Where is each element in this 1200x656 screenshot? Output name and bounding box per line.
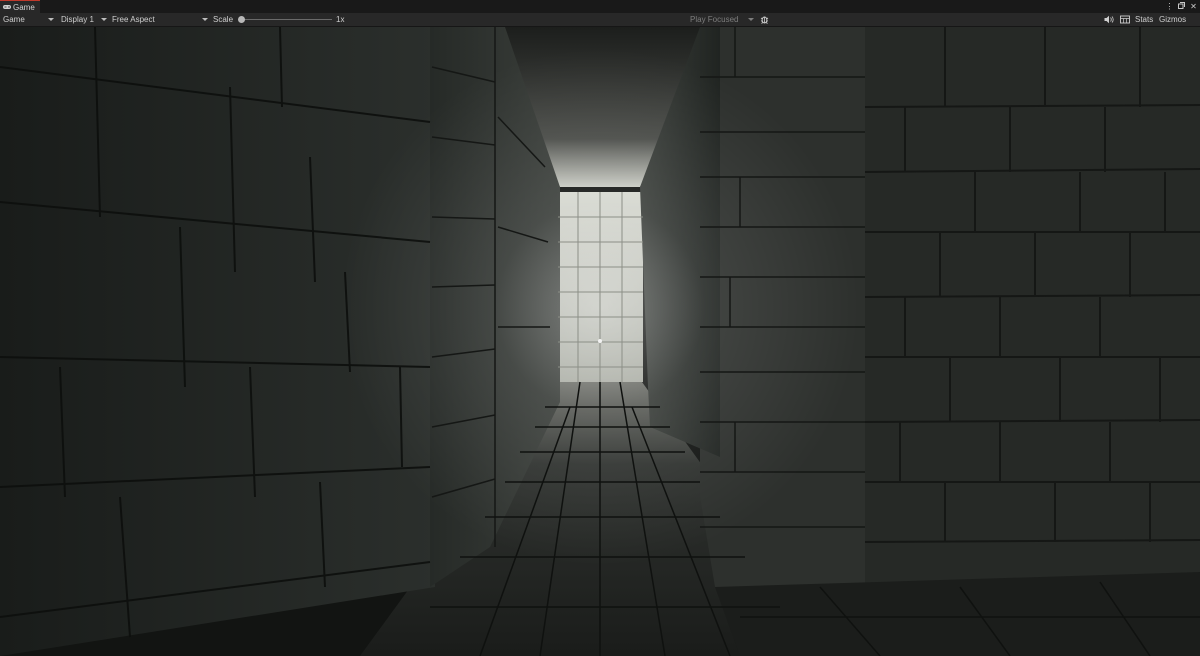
aspect-dropdown[interactable]: Free Aspect [109, 13, 210, 26]
scale-label: Scale [213, 15, 234, 24]
scale-value: 1x [336, 15, 345, 24]
display-label: Display 1 [61, 15, 94, 24]
maximize-icon[interactable] [1177, 0, 1186, 13]
display-dropdown[interactable]: Display 1 [58, 13, 109, 26]
unity-game-window: Game ⋮ ✕ Game Display 1 Free Aspect Scal… [0, 0, 1200, 656]
tab-strip: Game ⋮ ✕ [0, 0, 1200, 14]
close-icon[interactable]: ✕ [1189, 0, 1198, 13]
chevron-down-icon [748, 18, 754, 21]
tab-game[interactable]: Game [0, 0, 40, 13]
tab-title: Game [13, 3, 35, 12]
game-controller-icon [3, 5, 11, 9]
gizmos-button[interactable]: Gizmos [1159, 13, 1186, 26]
frame-debugger-icon[interactable] [1120, 15, 1130, 24]
play-mode-label: Play Focused [690, 15, 739, 24]
aspect-label: Free Aspect [112, 15, 155, 24]
play-mode-dropdown[interactable]: Play Focused [688, 13, 756, 26]
scale-slider[interactable] [238, 16, 332, 23]
scale-slider-handle[interactable] [238, 16, 245, 23]
chevron-down-icon [202, 18, 208, 21]
audio-mute-icon[interactable] [1104, 15, 1114, 24]
game-toolbar: Game Display 1 Free Aspect Scale 1x Play… [0, 13, 1200, 27]
chevron-down-icon [101, 18, 107, 21]
mode-dropdown[interactable]: Game [0, 13, 56, 26]
menu-dots-icon[interactable]: ⋮ [1165, 0, 1174, 13]
mode-label: Game [3, 15, 25, 24]
bug-icon[interactable] [760, 15, 769, 24]
game-viewport[interactable] [0, 27, 1200, 656]
crosshair-dot [598, 339, 602, 343]
dungeon-scene [0, 27, 1200, 656]
stats-button[interactable]: Stats [1135, 13, 1153, 26]
chevron-down-icon [48, 18, 54, 21]
